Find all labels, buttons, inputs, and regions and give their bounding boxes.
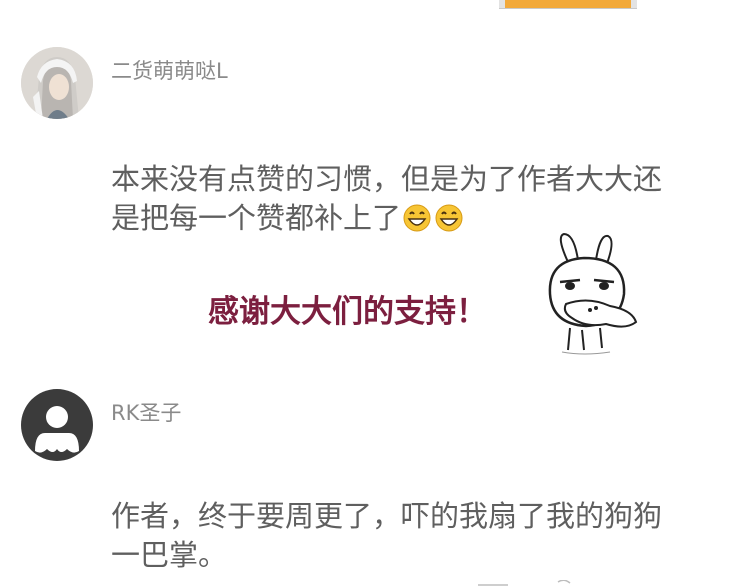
previous-image-fragment xyxy=(499,0,637,9)
comment-text-line: 本来没有点赞的习惯，但是为了作者大大还 xyxy=(111,162,663,196)
avatar[interactable] xyxy=(21,47,93,119)
next-image-fragment xyxy=(478,580,571,586)
username[interactable]: RK圣子 xyxy=(111,397,181,427)
comment-text-segment: 是把每一个赞都补上了 xyxy=(111,201,402,235)
comment-text-line-with-emojis: 是把每一个赞都补上了 xyxy=(111,199,467,238)
comment-text-line: 作者，终于要周更了，吓的我扇了我的狗狗 xyxy=(111,499,663,533)
username[interactable]: 二货萌萌哒L xyxy=(111,55,228,85)
user-avatar-icon xyxy=(21,47,93,119)
comment-text-line: 一巴掌。 xyxy=(111,538,228,572)
avatar[interactable] xyxy=(21,389,93,461)
default-avatar-icon xyxy=(21,389,93,461)
rabbit-sticker-icon xyxy=(540,232,650,358)
sticker-caption: 感谢大大们的支持！ xyxy=(208,294,487,330)
grinning-face-icon xyxy=(403,204,463,232)
